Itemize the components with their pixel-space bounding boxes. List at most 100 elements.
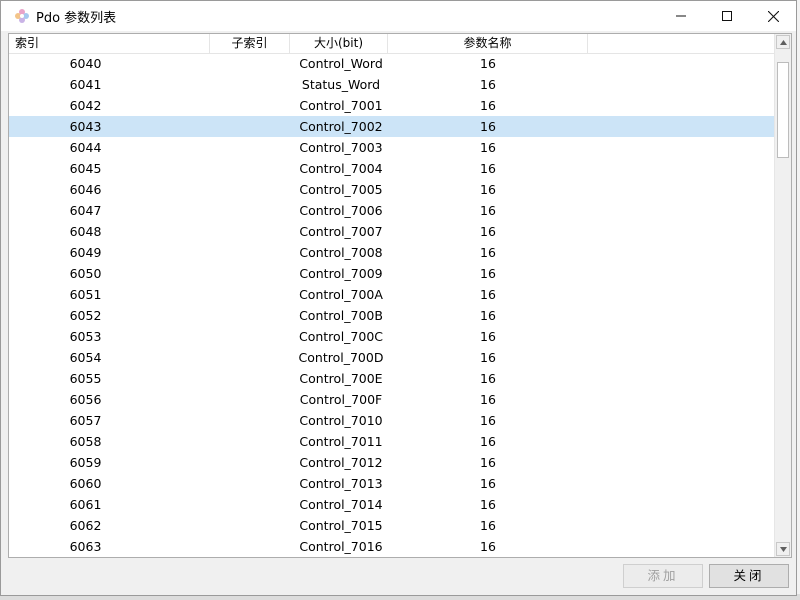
column-header-subindex[interactable]: 子索引 [210,34,290,53]
table-row[interactable]: 6040 Control_Word 16 [9,53,775,74]
row-size: 16 [480,455,496,470]
table-row[interactable]: 6049 Control_7008 16 [9,242,775,263]
table-row[interactable]: 6050 Control_7009 16 [9,263,775,284]
row-size: 16 [480,308,496,323]
row-index: 6054 [69,350,102,365]
table-row[interactable]: 6062 Control_7015 16 [9,515,775,536]
row-index: 6044 [69,140,102,155]
row-index: 6056 [69,392,102,407]
row-index: 6043 [69,119,102,134]
row-index: 6058 [69,434,102,449]
table-row[interactable]: 6047 Control_7006 16 [9,200,775,221]
row-size: 16 [480,56,496,71]
maximize-icon [722,11,732,21]
table-row[interactable]: 6052 Control_700B 16 [9,305,775,326]
table-row[interactable]: 6054 Control_700D 16 [9,347,775,368]
scroll-down-button[interactable] [776,542,790,556]
row-parameter-name: Control_7005 [299,182,383,197]
row-index: 6059 [69,455,102,470]
row-size: 16 [480,476,496,491]
table-row[interactable]: 6063 Control_7016 16 [9,536,775,557]
table-row[interactable]: 6058 Control_7011 16 [9,431,775,452]
column-header-index[interactable]: 索引 [9,34,210,53]
table-row[interactable]: 6042 Control_7001 16 [9,95,775,116]
row-index: 6041 [69,77,102,92]
table-row[interactable]: 6046 Control_7005 16 [9,179,775,200]
row-size: 16 [480,329,496,344]
table-row[interactable]: 6044 Control_7003 16 [9,137,775,158]
row-size: 16 [480,518,496,533]
row-parameter-name: Control_700D [298,350,384,365]
row-parameter-name: Control_7006 [299,203,383,218]
table-row[interactable]: 6048 Control_7007 16 [9,221,775,242]
list-header: 索引 子索引 大小(bit) 参数名称 [9,34,775,54]
triangle-up-icon [779,39,787,45]
table-row[interactable]: 6056 Control_700F 16 [9,389,775,410]
column-header-size[interactable]: 大小(bit) [290,34,388,53]
row-parameter-name: Control_7014 [299,497,383,512]
row-parameter-name: Control_7010 [299,413,383,428]
minimize-button[interactable] [658,1,704,31]
row-size: 16 [480,266,496,281]
add-button[interactable]: 添加 [623,564,703,588]
row-size: 16 [480,371,496,386]
row-index: 6051 [69,287,102,302]
pdo-parameter-dialog: Pdo 参数列表 索引 子索引 大小(bit) 参数名称 6040 Control… [0,0,797,596]
table-row[interactable]: 6060 Control_7013 16 [9,473,775,494]
row-index: 6046 [69,182,102,197]
close-button[interactable]: 关闭 [709,564,789,588]
maximize-button[interactable] [704,1,750,31]
row-parameter-name: Control_7012 [299,455,383,470]
row-index: 6055 [69,371,102,386]
table-row[interactable]: 6061 Control_7014 16 [9,494,775,515]
scroll-up-button[interactable] [776,35,790,49]
row-parameter-name: Control_700A [299,287,383,302]
row-index: 6040 [69,56,102,71]
close-window-button[interactable] [750,1,796,31]
app-flower-icon [14,8,30,24]
row-index: 6045 [69,161,102,176]
window-controls [658,1,796,31]
row-index: 6052 [69,308,102,323]
table-row[interactable]: 6043 Control_7002 16 [9,116,775,137]
window-title: Pdo 参数列表 [36,10,117,26]
row-parameter-name: Control_700E [299,371,383,386]
minimize-icon [676,15,686,17]
row-size: 16 [480,161,496,176]
row-index: 6060 [69,476,102,491]
parameter-list[interactable]: 索引 子索引 大小(bit) 参数名称 6040 Control_Word 16 60… [8,33,792,558]
title-bar[interactable]: Pdo 参数列表 [1,1,796,31]
row-size: 16 [480,77,496,92]
vertical-scrollbar[interactable] [774,34,791,557]
row-index: 6048 [69,224,102,239]
row-size: 16 [480,203,496,218]
triangle-down-icon [779,546,787,552]
dialog-client-area: 索引 子索引 大小(bit) 参数名称 6040 Control_Word 16 60… [1,31,796,595]
row-index: 6063 [69,539,102,554]
column-header-name[interactable]: 参数名称 [388,34,588,53]
row-index: 6053 [69,329,102,344]
row-size: 16 [480,224,496,239]
row-size: 16 [480,434,496,449]
row-index: 6049 [69,245,102,260]
table-row[interactable]: 6051 Control_700A 16 [9,284,775,305]
row-parameter-name: Control_7004 [299,161,383,176]
row-parameter-name: Control_7009 [299,266,383,281]
row-index: 6057 [69,413,102,428]
table-row[interactable]: 6041 Status_Word 16 [9,74,775,95]
row-size: 16 [480,98,496,113]
table-row[interactable]: 6057 Control_7010 16 [9,410,775,431]
row-parameter-name: Control_700F [299,392,383,407]
table-row[interactable]: 6059 Control_7012 16 [9,452,775,473]
table-row[interactable]: 6055 Control_700E 16 [9,368,775,389]
row-parameter-name: Control_7015 [299,518,383,533]
table-row[interactable]: 6053 Control_700C 16 [9,326,775,347]
table-row[interactable]: 6045 Control_7004 16 [9,158,775,179]
row-size: 16 [480,140,496,155]
row-size: 16 [480,245,496,260]
row-size: 16 [480,539,496,554]
row-index: 6061 [69,497,102,512]
scrollbar-thumb[interactable] [777,62,789,158]
row-parameter-name: Control_7013 [299,476,383,491]
row-index: 6042 [69,98,102,113]
